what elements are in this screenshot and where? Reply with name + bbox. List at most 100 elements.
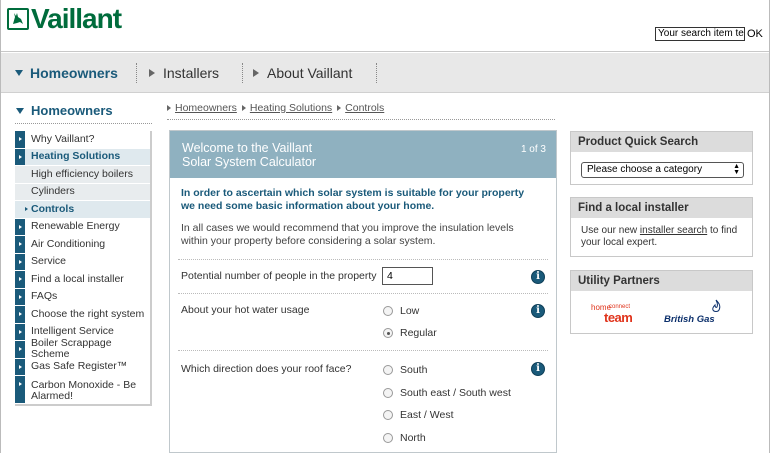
sidebar-menu: Why Vaillant? Heating Solutions High eff…	[15, 131, 152, 406]
breadcrumb-link[interactable]: Controls	[345, 102, 384, 114]
product-quick-search-box: Product Quick Search Please choose a cat…	[570, 131, 753, 185]
calculator-intro: In order to ascertain which solar system…	[181, 187, 525, 212]
arrow-right-icon	[15, 323, 25, 340]
calculator-note: In all cases we would recommend that you…	[181, 222, 514, 247]
sidebar-item-renewable[interactable]: Renewable Energy	[15, 218, 150, 236]
breadcrumb: Homeowners Heating Solutions Controls	[167, 102, 384, 114]
calculator-title: Welcome to the Vaillant Solar System Cal…	[182, 141, 316, 169]
arrow-right-icon	[15, 148, 25, 165]
radio-button-selected[interactable]	[383, 328, 393, 338]
installer-text-part: Use our new	[581, 225, 640, 236]
radio-label: East / West	[400, 409, 454, 421]
sidebar-subitem-cylinders[interactable]: Cylinders	[15, 183, 150, 201]
sidebar-title[interactable]: Homeowners	[16, 103, 113, 118]
radio-water-low[interactable]: Low	[383, 305, 419, 317]
divider	[178, 293, 548, 294]
search-ok-button[interactable]: OK	[747, 27, 763, 41]
box-title: Product Quick Search	[571, 132, 752, 152]
radio-button[interactable]	[383, 433, 393, 443]
step-indicator: 1 of 3	[520, 144, 546, 155]
radio-roof-south-east-west[interactable]: South east / South west	[383, 387, 511, 399]
people-count-input[interactable]: 4	[382, 267, 433, 285]
sidebar-item-scrappage[interactable]: Boiler Scrappage Scheme	[15, 337, 150, 361]
arrow-right-icon	[15, 253, 25, 270]
top-navigation: Homeowners Installers About Vaillant	[1, 53, 769, 93]
divider	[178, 350, 548, 351]
topnav-label: Homeowners	[30, 65, 118, 81]
calculator-title-line: Welcome to the Vaillant	[182, 141, 313, 155]
sidebar-item-label: Renewable Energy	[31, 220, 120, 233]
search-input[interactable]: Your search item ter	[655, 27, 745, 41]
sidebar-item-why-vaillant[interactable]: Why Vaillant?	[15, 131, 150, 149]
chevron-right-icon	[253, 69, 259, 77]
question-roof: Which direction does your roof face?	[181, 363, 352, 375]
site-header: Vaillant Your search item ter OK	[1, 0, 769, 52]
category-select[interactable]: Please choose a category ▲ ▼	[581, 162, 744, 178]
radio-button[interactable]	[383, 410, 393, 420]
sidebar-item-label: Find a local installer	[31, 272, 124, 285]
sidebar-item-carbon-monoxide[interactable]: Carbon Monoxide - Be Alarmed!	[15, 376, 150, 404]
sidebar-item-label: Boiler Scrappage Scheme	[31, 337, 112, 361]
radio-button[interactable]	[383, 365, 393, 375]
sidebar-item-air-conditioning[interactable]: Air Conditioning	[15, 236, 150, 254]
radio-label: South	[400, 364, 428, 376]
partner-logo-text: team	[604, 310, 633, 325]
radio-roof-east-west[interactable]: East / West	[383, 409, 454, 421]
arrow-right-icon	[15, 341, 25, 358]
sidebar-item-label: Air Conditioning	[31, 237, 106, 250]
installer-search-link[interactable]: installer search	[640, 225, 707, 236]
select-value: Please choose a category	[587, 164, 703, 175]
sidebar-subitem-controls[interactable]: Controls	[15, 201, 150, 219]
hare-logo-icon	[7, 8, 29, 30]
box-title: Utility Partners	[571, 271, 752, 291]
sidebar-item-label: Service	[31, 255, 67, 268]
sidebar-title-label: Homeowners	[31, 103, 113, 118]
info-icon[interactable]: i	[531, 304, 545, 318]
arrow-right-icon	[15, 358, 25, 375]
radio-roof-south[interactable]: South	[383, 364, 427, 376]
find-installer-box: Find a local installer Use our new insta…	[570, 197, 753, 257]
sidebar-item-faqs[interactable]: FAQs	[15, 288, 150, 306]
radio-water-regular[interactable]: Regular	[383, 327, 437, 339]
sidebar-subitem-boilers[interactable]: High efficiency boilers	[15, 166, 150, 184]
info-icon[interactable]: i	[531, 362, 545, 376]
arrow-right-icon	[15, 271, 25, 288]
nav-divider	[376, 63, 377, 83]
sidebar-item-find-installer[interactable]: Find a local installer	[15, 271, 150, 289]
topnav-item-homeowners[interactable]: Homeowners	[15, 53, 118, 93]
select-arrows-icon: ▲ ▼	[733, 163, 740, 176]
calculator-title-line: Solar System Calculator	[182, 155, 317, 169]
radio-button[interactable]	[383, 306, 393, 316]
radio-roof-north[interactable]: North	[383, 432, 426, 444]
utility-partners-box: Utility Partners home connect team Briti…	[570, 270, 753, 334]
chevron-down-icon	[16, 107, 24, 114]
info-icon[interactable]: i	[531, 270, 545, 284]
breadcrumb-link[interactable]: Homeowners	[175, 102, 237, 114]
sidebar-item-label: FAQs	[31, 290, 58, 303]
sidebar-item-label: Carbon Monoxide - Be Alarmed!	[31, 379, 137, 402]
sidebar-item-gas-safe[interactable]: Gas Safe Register™	[15, 358, 150, 376]
sidebar-item-label: Intelligent Service	[31, 325, 114, 338]
breadcrumb-link[interactable]: Heating Solutions	[250, 102, 332, 114]
chevron-down-icon	[15, 70, 23, 76]
radio-button[interactable]	[383, 388, 393, 398]
arrow-right-icon	[337, 105, 342, 111]
sidebar-item-heating-solutions[interactable]: Heating Solutions	[15, 148, 150, 166]
vaillant-logo[interactable]: Vaillant	[7, 5, 122, 33]
sidebar-item-label: Gas Safe Register™	[31, 360, 128, 373]
calculator-header: Welcome to the Vaillant Solar System Cal…	[170, 131, 556, 178]
topnav-item-about[interactable]: About Vaillant	[253, 53, 352, 93]
divider	[15, 123, 152, 124]
flame-icon	[712, 299, 721, 312]
sidebar-item-choose-system[interactable]: Choose the right system	[15, 306, 150, 324]
radio-label: North	[400, 432, 426, 444]
sidebar-item-label: Controls	[31, 202, 75, 215]
sidebar-item-service[interactable]: Service	[15, 253, 150, 271]
chevron-right-icon	[149, 69, 155, 77]
divider	[167, 119, 555, 120]
home-connect-team-logo[interactable]: home connect team	[591, 303, 641, 327]
arrow-right-icon	[241, 105, 246, 111]
british-gas-logo[interactable]: British Gas	[664, 299, 730, 327]
arrow-right-icon	[15, 131, 25, 148]
topnav-item-installers[interactable]: Installers	[149, 53, 219, 93]
